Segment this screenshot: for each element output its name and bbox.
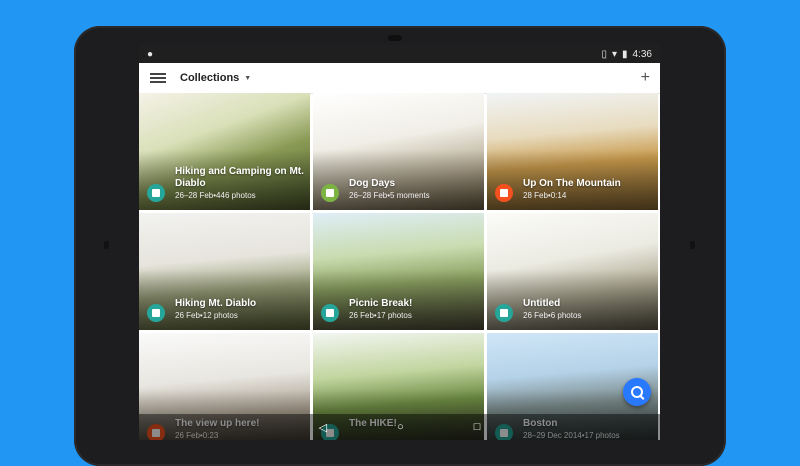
wifi-icon: ▾ xyxy=(611,48,618,60)
vibrate-icon: ▯ xyxy=(601,48,607,60)
album-icon xyxy=(321,304,339,322)
add-collection-button[interactable]: + xyxy=(641,69,650,87)
collection-title: Hiking and Camping on Mt. Diablo xyxy=(175,166,304,189)
collection-card[interactable]: Picnic Break! 26 Feb•17 photos xyxy=(313,213,484,330)
collection-subtitle: 26 Feb•17 photos xyxy=(349,311,412,320)
collection-card[interactable]: Hiking Mt. Diablo 26 Feb•12 photos xyxy=(139,213,310,330)
collection-title: Picnic Break! xyxy=(349,298,413,309)
left-speaker-dot xyxy=(104,241,109,249)
collection-subtitle: 28 Feb•0:14 xyxy=(523,191,567,200)
search-icon xyxy=(631,386,643,398)
collection-title: Dog Days xyxy=(349,178,396,189)
status-time: 4:36 xyxy=(632,48,652,60)
recents-icon[interactable]: □ xyxy=(474,421,481,433)
movie-icon xyxy=(495,184,513,202)
app-toolbar: Collections ▼ + xyxy=(139,63,660,94)
collection-card[interactable]: Hiking and Camping on Mt. Diablo 26–28 F… xyxy=(139,93,310,210)
collection-title: Untitled xyxy=(523,298,561,309)
notification-icon: ● xyxy=(147,48,154,60)
page-title[interactable]: Collections xyxy=(180,72,239,84)
home-icon[interactable]: ○ xyxy=(397,421,404,433)
status-bar: ● ▯ ▾ ▮ 4:36 xyxy=(139,45,660,63)
device-screen: ● ▯ ▾ ▮ 4:36 Collections ▼ + Hiking and … xyxy=(139,45,660,440)
album-icon xyxy=(495,304,513,322)
album-icon xyxy=(147,184,165,202)
battery-icon: ▮ xyxy=(622,48,628,60)
back-icon[interactable]: ◁ xyxy=(319,421,327,434)
hamburger-menu-icon[interactable] xyxy=(150,71,166,85)
collection-subtitle: 26 Feb•12 photos xyxy=(175,311,238,320)
collection-subtitle: 26–28 Feb•446 photos xyxy=(175,191,256,200)
collection-title: Hiking Mt. Diablo xyxy=(175,298,257,309)
front-camera xyxy=(388,35,402,41)
right-speaker-dot xyxy=(690,241,695,249)
collections-grid: Hiking and Camping on Mt. Diablo 26–28 F… xyxy=(139,93,660,440)
search-fab-button[interactable] xyxy=(623,378,651,406)
collection-card[interactable]: Up On The Mountain 28 Feb•0:14 xyxy=(487,93,658,210)
collection-subtitle: 26 Feb•6 photos xyxy=(523,311,582,320)
collection-card[interactable]: Dog Days 26–28 Feb•5 moments xyxy=(313,93,484,210)
story-icon xyxy=(321,184,339,202)
collection-title: Up On The Mountain xyxy=(523,178,621,189)
album-icon xyxy=(147,304,165,322)
collection-card[interactable]: Untitled 26 Feb•6 photos xyxy=(487,213,658,330)
system-nav-bar: ◁ ○ □ xyxy=(139,414,660,440)
chevron-down-icon[interactable]: ▼ xyxy=(244,75,251,82)
collection-subtitle: 26–28 Feb•5 moments xyxy=(349,191,430,200)
